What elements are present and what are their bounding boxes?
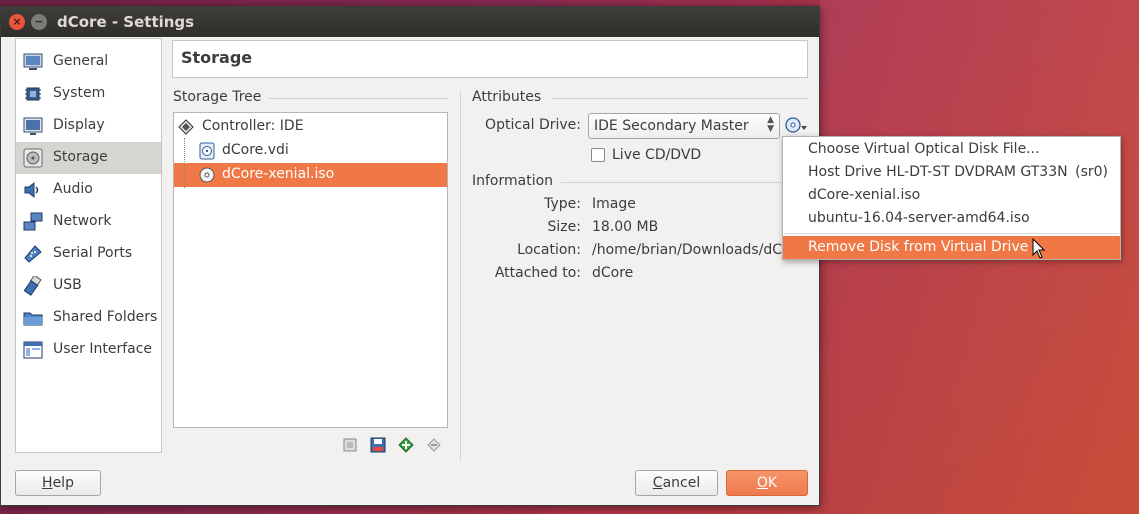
optical-drive-value: IDE Secondary Master	[594, 118, 749, 134]
storage-icon	[23, 148, 43, 168]
information-heading: Information	[472, 173, 554, 189]
group-divider	[561, 182, 781, 183]
size-value: 18.00 MB	[592, 219, 659, 235]
menu-item-label: dCore-xenial.iso	[808, 187, 921, 203]
menu-item-ubuntu-iso[interactable]: ubuntu-16.04-server-amd64.iso	[783, 207, 1120, 230]
general-icon	[23, 53, 43, 70]
location-label: Location:	[517, 242, 581, 258]
optical-disk-icon	[199, 167, 215, 183]
sidebar-item-label: Shared Folders	[53, 309, 158, 325]
group-divider	[552, 98, 808, 99]
cancel-label: ancel	[662, 475, 701, 491]
menu-item-device: (sr0)	[1075, 164, 1108, 180]
usb-icon	[23, 276, 42, 296]
remove-controller-icon[interactable]	[369, 436, 387, 454]
help-button[interactable]: Help	[15, 470, 101, 496]
sidebar-item-general[interactable]: General	[16, 46, 161, 78]
sidebar-item-label: General	[53, 53, 109, 69]
storage-tree-heading: Storage Tree	[173, 89, 262, 105]
storage-tree[interactable]: Controller: IDE dCore.vdi dCore-xenial.i…	[173, 112, 448, 428]
menu-item-dcore-iso[interactable]: dCore-xenial.iso	[783, 184, 1120, 207]
ok-label: K	[767, 475, 778, 491]
spinner-arrows-icon: ▲ ▼	[767, 115, 774, 134]
sidebar-item-system[interactable]: System	[16, 78, 161, 110]
tree-item-label: dCore.vdi	[222, 142, 289, 158]
tree-row-controller[interactable]: Controller: IDE	[174, 115, 447, 139]
add-attachment-icon[interactable]	[397, 436, 415, 454]
optical-disk-menu: Choose Virtual Optical Disk File... Host…	[782, 136, 1121, 260]
optical-drive-select[interactable]: IDE Secondary Master ▲ ▼	[588, 113, 780, 139]
sidebar-item-display[interactable]: Display	[16, 110, 161, 142]
sidebar-item-serial-ports[interactable]: Serial Ports	[16, 238, 161, 270]
cancel-mnemonic: C	[652, 475, 663, 491]
add-controller-icon[interactable]	[342, 436, 360, 454]
sidebar-item-label: Display	[53, 117, 105, 133]
hard-disk-icon	[199, 142, 215, 160]
display-icon	[23, 117, 43, 135]
help-label: elp	[52, 475, 74, 491]
user-interface-icon	[23, 341, 43, 359]
menu-item-remove-disk[interactable]: Remove Disk from Virtual Drive	[783, 236, 1120, 259]
sidebar-item-label: Storage	[53, 149, 108, 165]
type-value: Image	[592, 196, 636, 212]
ok-mnemonic: O	[756, 475, 768, 491]
live-cd-checkbox[interactable]	[591, 148, 605, 162]
vertical-divider	[460, 92, 461, 460]
help-mnemonic: H	[42, 475, 53, 491]
sidebar-item-audio[interactable]: Audio	[16, 174, 161, 206]
menu-item-label: Host Drive HL-DT-ST DVDRAM GT33N	[808, 164, 1068, 180]
type-label: Type:	[544, 196, 581, 212]
sidebar-item-label: System	[53, 85, 106, 101]
system-icon	[25, 87, 41, 101]
sidebar-item-label: Network	[53, 213, 112, 229]
close-icon[interactable]: ×	[9, 14, 25, 30]
menu-item-choose-file[interactable]: Choose Virtual Optical Disk File...	[783, 138, 1120, 161]
menu-item-label: Choose Virtual Optical Disk File...	[808, 141, 1040, 157]
tree-item-label: dCore-xenial.iso	[222, 166, 335, 182]
optical-drive-label: Optical Drive:	[485, 117, 581, 133]
mouse-cursor-icon	[1032, 238, 1046, 259]
choose-disk-button[interactable]	[784, 116, 808, 136]
menu-separator	[784, 233, 1119, 234]
ide-controller-icon	[178, 119, 194, 135]
settings-sidebar: General System Display Storage Audio Net…	[15, 38, 162, 453]
attached-to-label: Attached to:	[494, 265, 581, 281]
sidebar-item-label: Serial Ports	[53, 245, 133, 261]
attributes-heading: Attributes	[472, 89, 542, 105]
live-cd-label[interactable]: Live CD/DVD	[612, 147, 701, 163]
sidebar-item-network[interactable]: Network	[16, 206, 161, 238]
sidebar-item-label: User Interface	[53, 341, 153, 357]
remove-attachment-icon[interactable]	[425, 436, 443, 454]
sidebar-item-usb[interactable]: USB	[16, 270, 161, 302]
minimize-icon[interactable]: −	[31, 14, 47, 30]
tree-row-optical-disk[interactable]: dCore-xenial.iso	[174, 163, 447, 187]
sidebar-item-label: Audio	[53, 181, 93, 197]
menu-item-label: ubuntu-16.04-server-amd64.iso	[808, 210, 1030, 226]
window-title: dCore - Settings	[57, 13, 195, 31]
title-bar[interactable]: × − dCore - Settings	[1, 7, 819, 37]
tree-row-hard-disk[interactable]: dCore.vdi	[174, 139, 447, 163]
audio-icon	[24, 181, 39, 199]
location-value: /home/brian/Downloads/dC	[592, 242, 783, 258]
menu-item-label: Remove Disk from Virtual Drive	[808, 239, 1029, 255]
attached-to-value: dCore	[592, 265, 634, 281]
sidebar-item-user-interface[interactable]: User Interface	[16, 334, 161, 366]
serial-ports-icon	[24, 245, 42, 263]
sidebar-item-label: USB	[53, 277, 82, 293]
page-title: Storage	[172, 40, 808, 78]
network-icon	[23, 212, 43, 231]
menu-item-host-drive[interactable]: Host Drive HL-DT-ST DVDRAM GT33N (sr0)	[783, 161, 1120, 184]
cancel-button[interactable]: Cancel	[635, 470, 718, 496]
shared-folders-icon	[23, 312, 43, 326]
ok-button[interactable]: OK	[726, 470, 808, 496]
size-label: Size:	[547, 219, 581, 235]
sidebar-item-storage[interactable]: Storage	[16, 142, 161, 174]
tree-controller-label: Controller: IDE	[202, 118, 304, 134]
sidebar-item-shared-folders[interactable]: Shared Folders	[16, 302, 161, 334]
group-divider	[268, 98, 448, 99]
tree-guide-line	[184, 138, 185, 188]
